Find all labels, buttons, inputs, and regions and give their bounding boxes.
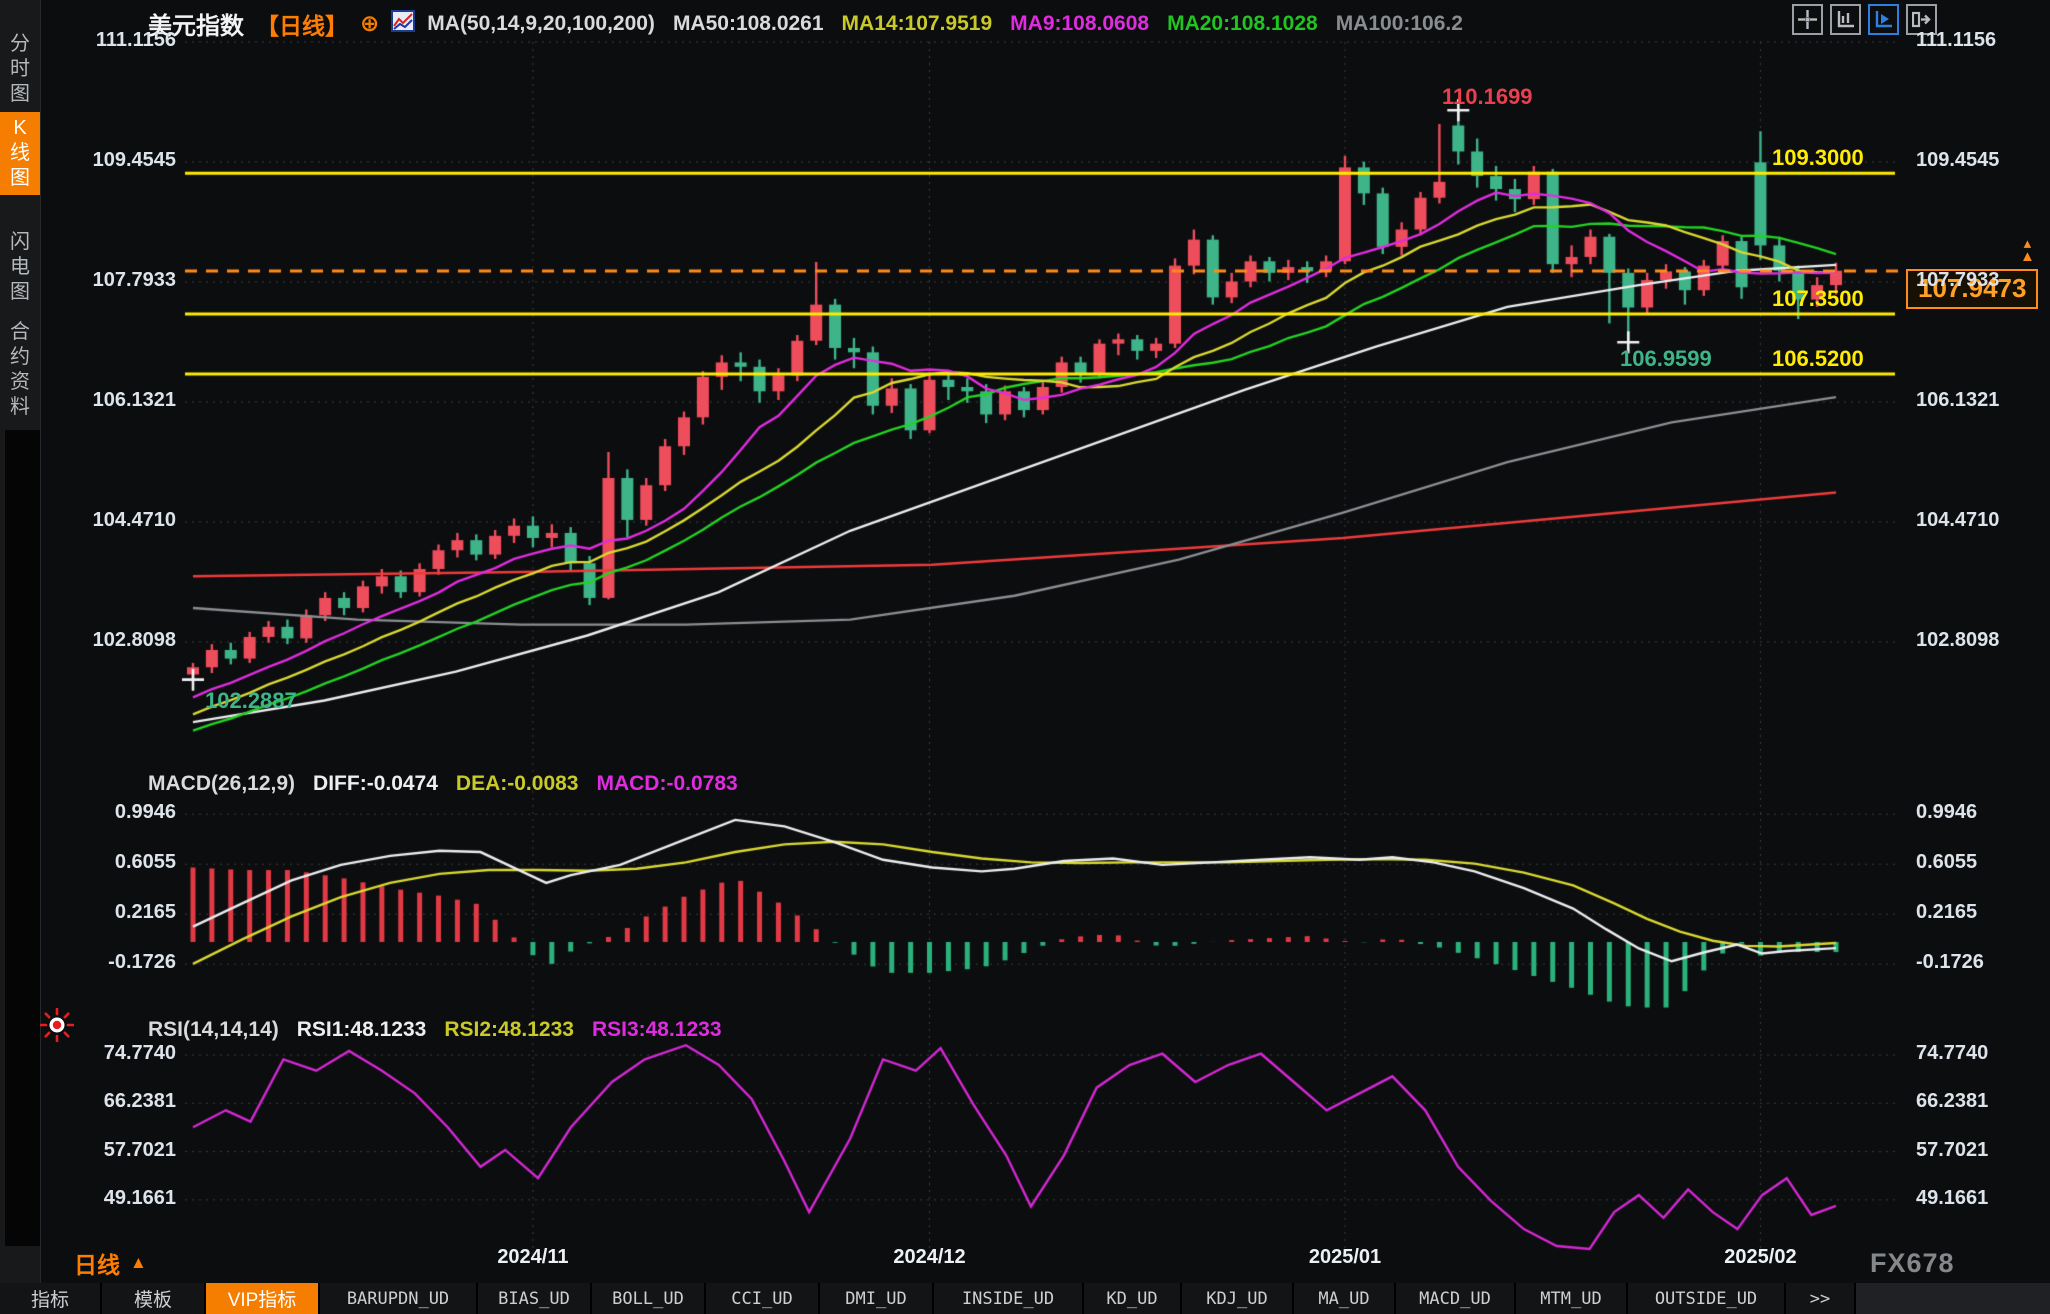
watermark: FX678 — [1870, 1248, 1955, 1279]
rsi-tick-left-1: 74.7740 — [58, 1042, 176, 1065]
main-ma-legend-item-3: MA14:107.9519 — [842, 12, 993, 36]
start-low-price-label: 102.2887 — [205, 688, 297, 714]
rsi-tick-right-3: 57.7021 — [1916, 1139, 2034, 1162]
macd-legend: MACD(26,12,9) DIFF:-0.0474 DEA:-0.0083 MACD… — [148, 772, 738, 796]
rsi-tick-left-4: 49.1661 — [58, 1187, 176, 1210]
x-axis-label-3: 2025/01 — [1265, 1246, 1425, 1269]
chart-canvas[interactable] — [0, 0, 2050, 1314]
price-tick-right-2: 109.4545 — [1916, 149, 2034, 172]
axis-autoscroll-icon[interactable] — [1868, 4, 1899, 35]
bottom-tab-filler — [1856, 1283, 2050, 1314]
macd-legend-item-2: DIFF:-0.0474 — [313, 772, 438, 796]
rsi-tick-right-4: 49.1661 — [1916, 1187, 2034, 1210]
macd-tick-left-1: 0.9946 — [58, 801, 176, 824]
rsi-tick-right-1: 74.7740 — [1916, 1042, 2034, 1065]
app-window: 分 时 图K 线 图闪 电 图合 约 资 料 美元指数 【日线】 ⊕ MA(50… — [0, 0, 2050, 1314]
price-tick-left-1: 111.1156 — [58, 29, 176, 52]
hline-label-1[interactable]: 109.3000 — [1772, 145, 1864, 171]
bottom-tab-8[interactable]: DMI_UD — [820, 1283, 932, 1314]
price-tick-right-1: 111.1156 — [1916, 29, 2034, 52]
price-tick-left-6: 102.8098 — [58, 629, 176, 652]
sidebar-tab-3[interactable]: 闪 电 图 — [0, 226, 40, 309]
bottom-tab-5[interactable]: BIAS_UD — [478, 1283, 590, 1314]
sidebar-inner-column — [5, 430, 40, 1246]
x-axis-label-2: 2024/12 — [850, 1246, 1010, 1269]
sidebar-tab-2[interactable]: K 线 图 — [0, 112, 40, 195]
chevron-up-icon: ▲ — [130, 1253, 147, 1273]
left-sidebar: 分 时 图K 线 图闪 电 图合 约 资 料 — [0, 0, 41, 1314]
main-ma-legend: MA(50,14,9,20,100,200) MA50:108.0261 MA14:… — [427, 12, 1463, 36]
macd-tick-left-2: 0.6055 — [58, 851, 176, 874]
bottom-tab-1[interactable]: 指标 — [0, 1283, 100, 1314]
macd-tick-right-3: 0.2165 — [1916, 901, 2034, 924]
price-tick-right-4: 106.1321 — [1916, 389, 2034, 412]
bottom-tab-11[interactable]: KDJ_UD — [1182, 1283, 1292, 1314]
bottom-tab-3[interactable]: VIP指标 — [206, 1283, 318, 1314]
period-selector-label: 日线 — [74, 1246, 120, 1280]
hline-label-3[interactable]: 106.5200 — [1772, 346, 1864, 372]
price-tick-left-2: 109.4545 — [58, 149, 176, 172]
main-ma-legend-item-2: MA50:108.0261 — [673, 12, 824, 36]
mini-chart-icon[interactable] — [391, 10, 415, 37]
price-tick-right-5: 104.4710 — [1916, 509, 2034, 532]
bottom-tab-9[interactable]: INSIDE_UD — [934, 1283, 1082, 1314]
bottom-tab-10[interactable]: KD_UD — [1084, 1283, 1180, 1314]
macd-legend-item-3: DEA:-0.0083 — [456, 772, 579, 796]
main-ma-legend-item-6: MA100:106.2 — [1336, 12, 1463, 36]
rsi-legend-item-3: RSI2:48.1233 — [444, 1018, 574, 1042]
bottom-tab-6[interactable]: BOLL_UD — [592, 1283, 704, 1314]
bottom-tab-4[interactable]: BARUPDN_UD — [320, 1283, 476, 1314]
current-price-arrow-icon: ▴▲ — [2020, 237, 2035, 263]
period-selector[interactable]: 日线 ▲ — [74, 1246, 147, 1280]
sidebar-tab-1[interactable]: 分 时 图 — [0, 28, 40, 111]
main-ma-legend-item-4: MA9:108.0608 — [1010, 12, 1149, 36]
low-price-label: 106.9599 — [1620, 346, 1712, 372]
macd-tick-left-4: -0.1726 — [58, 951, 176, 974]
main-ma-legend-item-5: MA20:108.1028 — [1167, 12, 1318, 36]
rsi-tick-right-2: 66.2381 — [1916, 1090, 2034, 1113]
rsi-legend: RSI(14,14,14) RSI1:48.1233 RSI2:48.1233 RSI… — [148, 1018, 722, 1042]
price-tick-left-3: 107.7933 — [58, 269, 176, 292]
chart-title-row: 美元指数 【日线】 ⊕ MA(50,14,9,20,100,200)MA50:1… — [148, 6, 1463, 41]
price-tick-left-4: 106.1321 — [58, 389, 176, 412]
indicator-tab-bar: 指标模板VIP指标BARUPDN_UDBIAS_UDBOLL_UDCCI_UDD… — [0, 1283, 2050, 1314]
add-compare-icon[interactable]: ⊕ — [360, 10, 379, 37]
hline-label-2[interactable]: 107.3500 — [1772, 286, 1864, 312]
macd-legend-item-4: MACD:-0.0783 — [596, 772, 737, 796]
x-axis-label-4: 2025/02 — [1680, 1246, 1840, 1269]
rsi-legend-item-1: RSI(14,14,14) — [148, 1018, 279, 1042]
x-axis-label-1: 2024/11 — [453, 1246, 613, 1269]
bottom-tab-14[interactable]: MTM_UD — [1516, 1283, 1626, 1314]
high-price-label: 110.1699 — [1442, 84, 1533, 110]
bottom-tab-2[interactable]: 模板 — [102, 1283, 204, 1314]
bottom-tab-16[interactable]: >> — [1786, 1283, 1854, 1314]
macd-tick-left-3: 0.2165 — [58, 901, 176, 924]
pan-tool-icon[interactable] — [1792, 4, 1823, 35]
rsi-legend-item-4: RSI3:48.1233 — [592, 1018, 722, 1042]
bottom-tab-7[interactable]: CCI_UD — [706, 1283, 818, 1314]
macd-tick-right-2: 0.6055 — [1916, 851, 2034, 874]
axis-scale-icon[interactable] — [1830, 4, 1861, 35]
sidebar-tab-4[interactable]: 合 约 资 料 — [0, 316, 40, 424]
rsi-legend-item-2: RSI1:48.1233 — [297, 1018, 427, 1042]
price-tick-right-3: 107.7933 — [1916, 269, 2034, 292]
bottom-tab-13[interactable]: MACD_UD — [1396, 1283, 1514, 1314]
macd-tick-right-4: -0.1726 — [1916, 951, 2034, 974]
macd-tick-right-1: 0.9946 — [1916, 801, 2034, 824]
price-tick-left-5: 104.4710 — [58, 509, 176, 532]
bottom-tab-15[interactable]: OUTSIDE_UD — [1628, 1283, 1784, 1314]
macd-legend-item-1: MACD(26,12,9) — [148, 772, 295, 796]
bottom-tab-12[interactable]: MA_UD — [1294, 1283, 1394, 1314]
rsi-tick-left-3: 57.7021 — [58, 1139, 176, 1162]
rsi-tick-left-2: 66.2381 — [58, 1090, 176, 1113]
main-ma-legend-item-1: MA(50,14,9,20,100,200) — [427, 12, 655, 36]
price-tick-right-6: 102.8098 — [1916, 629, 2034, 652]
period-tag: 【日线】 — [256, 7, 348, 41]
